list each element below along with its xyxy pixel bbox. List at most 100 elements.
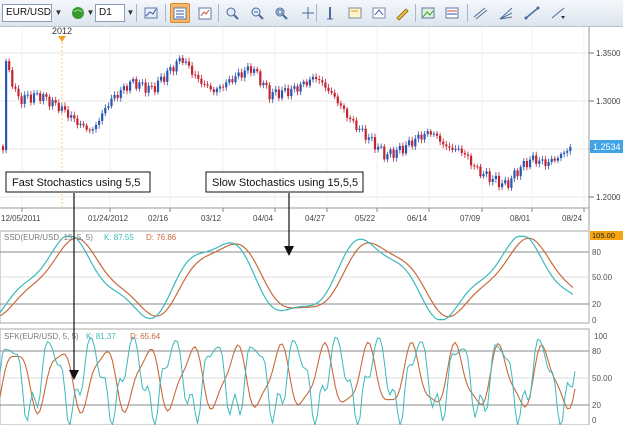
candle-body <box>482 174 485 177</box>
candle-body <box>23 95 26 104</box>
candle-body <box>225 82 228 88</box>
candle-body <box>249 66 253 73</box>
channel-icon <box>473 7 488 20</box>
image-button[interactable] <box>418 3 438 23</box>
candle-body <box>209 85 212 90</box>
zoom-in-button[interactable] <box>222 3 242 23</box>
note-button[interactable] <box>345 3 365 23</box>
alert-icon <box>372 7 386 19</box>
toolbar-separator <box>136 4 137 22</box>
candle-body <box>501 183 504 188</box>
candle-body <box>398 145 401 151</box>
toolbar-separator <box>316 4 317 22</box>
timeframe-select[interactable]: D1 <box>95 4 125 22</box>
candle-body <box>122 86 125 91</box>
candle-body <box>476 166 479 168</box>
candle-body <box>451 147 454 150</box>
candle-body <box>442 141 445 145</box>
date-tick-label: 04/04 <box>253 214 274 223</box>
candle-body <box>237 72 240 77</box>
candle-body <box>432 133 435 135</box>
candle-body <box>352 119 355 121</box>
candle-body <box>119 90 122 98</box>
trend-line-button[interactable] <box>522 3 542 23</box>
ssd-tick-20: 20 <box>592 300 601 309</box>
sfk-tick-80: 80 <box>592 347 601 356</box>
candle-body <box>429 131 432 135</box>
symbol-dropdown-icon[interactable]: ▼ <box>52 4 65 22</box>
candle-body <box>132 79 135 82</box>
candle-body <box>460 148 463 154</box>
candle-body <box>172 67 175 72</box>
templates-button[interactable] <box>195 3 215 23</box>
candle-body <box>373 137 377 150</box>
candle-body <box>163 76 166 82</box>
candle-body <box>178 57 181 62</box>
candle-body <box>280 90 284 99</box>
channel-button[interactable] <box>470 3 490 23</box>
candle-body <box>556 158 559 161</box>
pencil-icon <box>396 8 409 21</box>
candle-body <box>293 86 296 89</box>
candle-body <box>26 94 29 96</box>
candle-body <box>510 178 513 188</box>
candle-body <box>305 81 308 86</box>
candle-body <box>20 96 23 104</box>
candle-body <box>414 138 417 147</box>
candle-body <box>67 109 70 118</box>
candle-body <box>42 94 45 102</box>
fast-stochastics-label: Fast Stochastics using 5,5 <box>12 177 140 189</box>
candle-body <box>420 134 423 140</box>
candle-body <box>39 93 42 102</box>
candle-body <box>222 86 225 88</box>
candle-body <box>299 84 302 92</box>
more-button[interactable] <box>548 3 568 23</box>
zoom-out-button[interactable] <box>247 3 267 23</box>
candle-body <box>8 61 11 71</box>
candle-body <box>497 175 501 188</box>
candle-body <box>386 154 389 160</box>
candle-body <box>17 88 20 97</box>
price-tick-label: 1.2000 <box>596 193 621 202</box>
candle-body <box>333 92 336 97</box>
indicators-button[interactable] <box>170 3 190 23</box>
slow-stochastics-label: Slow Stochastics using 15,5,5 <box>212 177 358 189</box>
candle-body <box>203 83 206 85</box>
fibonacci-button[interactable] <box>442 3 462 23</box>
candle-body <box>315 76 318 80</box>
candle-body <box>129 81 132 91</box>
candle-body <box>1 146 5 151</box>
candle-body <box>457 148 460 150</box>
candle-body <box>346 108 349 118</box>
candle-body <box>243 70 246 78</box>
pencil-button[interactable] <box>392 3 412 23</box>
zoom-fit-button[interactable] <box>271 3 291 23</box>
chart-area[interactable]: 1.35001.30001.25001.2000 1.2534 2012 12/… <box>0 27 623 425</box>
candle-body <box>370 137 373 139</box>
symbol-select[interactable]: EUR/USD <box>2 4 52 22</box>
fan-button[interactable] <box>496 3 516 23</box>
date-tick-label: 01/24/2012 <box>88 214 129 223</box>
candle-body <box>91 129 94 131</box>
chart-type-button[interactable] <box>141 3 161 23</box>
toolbar-separator <box>165 4 166 22</box>
candle-body <box>231 79 234 83</box>
trend-line-icon <box>524 6 540 20</box>
candle-body <box>153 86 156 93</box>
alert-button[interactable] <box>369 3 389 23</box>
candle-body <box>104 107 107 114</box>
candle-body <box>377 146 380 150</box>
toolbar-separator <box>415 4 416 22</box>
candle-body <box>79 123 82 125</box>
candle-body <box>166 70 169 82</box>
candle-body <box>5 61 8 151</box>
candle-body <box>408 140 411 146</box>
ssd-label: SSD(EUR/USD, 15, 5, 5) <box>4 233 93 242</box>
candle-body <box>513 170 516 179</box>
candle-body <box>200 78 203 84</box>
candle-body <box>321 80 324 83</box>
vertical-line-button[interactable] <box>320 3 340 23</box>
candle-body <box>256 69 259 72</box>
candle-body <box>563 152 566 155</box>
crosshair-button[interactable] <box>298 3 318 23</box>
